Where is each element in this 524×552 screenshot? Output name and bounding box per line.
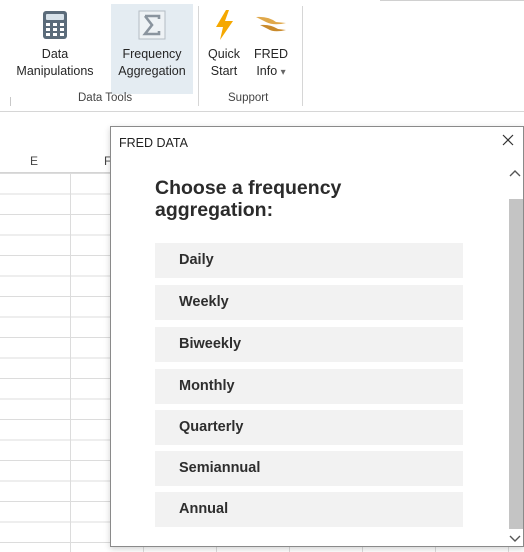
ribbon-edge xyxy=(380,0,524,1)
option-daily[interactable]: Daily xyxy=(155,243,463,278)
frequency-aggregation-label-line1: Frequency xyxy=(122,47,182,61)
fred-logo-icon xyxy=(254,4,288,46)
fred-info-label-line1: FRED xyxy=(253,47,289,61)
option-quarterly[interactable]: Quarterly xyxy=(155,410,463,445)
option-semiannual[interactable]: Semiannual xyxy=(155,451,463,486)
group-separator xyxy=(10,97,11,106)
close-icon[interactable] xyxy=(499,131,517,149)
data-manipulations-label-line2: Manipulations xyxy=(16,64,94,78)
option-biweekly[interactable]: Biweekly xyxy=(155,327,463,362)
scrollbar-thumb[interactable] xyxy=(509,199,523,529)
quick-start-button[interactable]: Quick Start xyxy=(202,4,246,94)
fred-info-label-text: Info xyxy=(256,64,278,78)
sigma-icon xyxy=(138,4,166,46)
ribbon: Data Manipulations Frequency Aggregation… xyxy=(0,0,524,112)
quick-start-label-line2: Start xyxy=(210,64,238,78)
quick-start-label-line1: Quick xyxy=(208,47,240,61)
frequency-aggregation-button[interactable]: Frequency Aggregation xyxy=(111,4,193,94)
group-label-support: Support xyxy=(228,92,269,104)
group-label-data-tools: Data Tools xyxy=(78,92,133,104)
fred-data-task-pane: FRED DATA Choose a frequency aggregation… xyxy=(110,126,524,547)
option-annual[interactable]: Annual xyxy=(155,492,463,527)
pane-title: FRED DATA xyxy=(119,136,188,150)
chevron-up-icon[interactable] xyxy=(507,163,523,183)
frequency-aggregation-label-line2: Aggregation xyxy=(118,64,186,78)
column-header-e[interactable]: E xyxy=(30,154,38,168)
chevron-down-icon: ▾ xyxy=(280,67,286,78)
fred-info-button[interactable]: FRED Info ▾ xyxy=(248,4,294,94)
fred-info-label-line2: Info ▾ xyxy=(256,63,285,81)
pane-scrollbar[interactable] xyxy=(507,163,523,548)
data-manipulations-label-line1: Data xyxy=(41,47,69,61)
option-weekly[interactable]: Weekly xyxy=(155,285,463,320)
option-monthly[interactable]: Monthly xyxy=(155,369,463,404)
chevron-down-icon[interactable] xyxy=(507,529,523,549)
data-manipulations-button[interactable]: Data Manipulations xyxy=(0,4,110,94)
lightning-icon xyxy=(213,4,235,46)
group-separator xyxy=(198,6,199,106)
calculator-icon xyxy=(42,4,68,46)
group-separator xyxy=(302,6,303,106)
frequency-heading: Choose a frequency aggregation: xyxy=(155,177,342,221)
